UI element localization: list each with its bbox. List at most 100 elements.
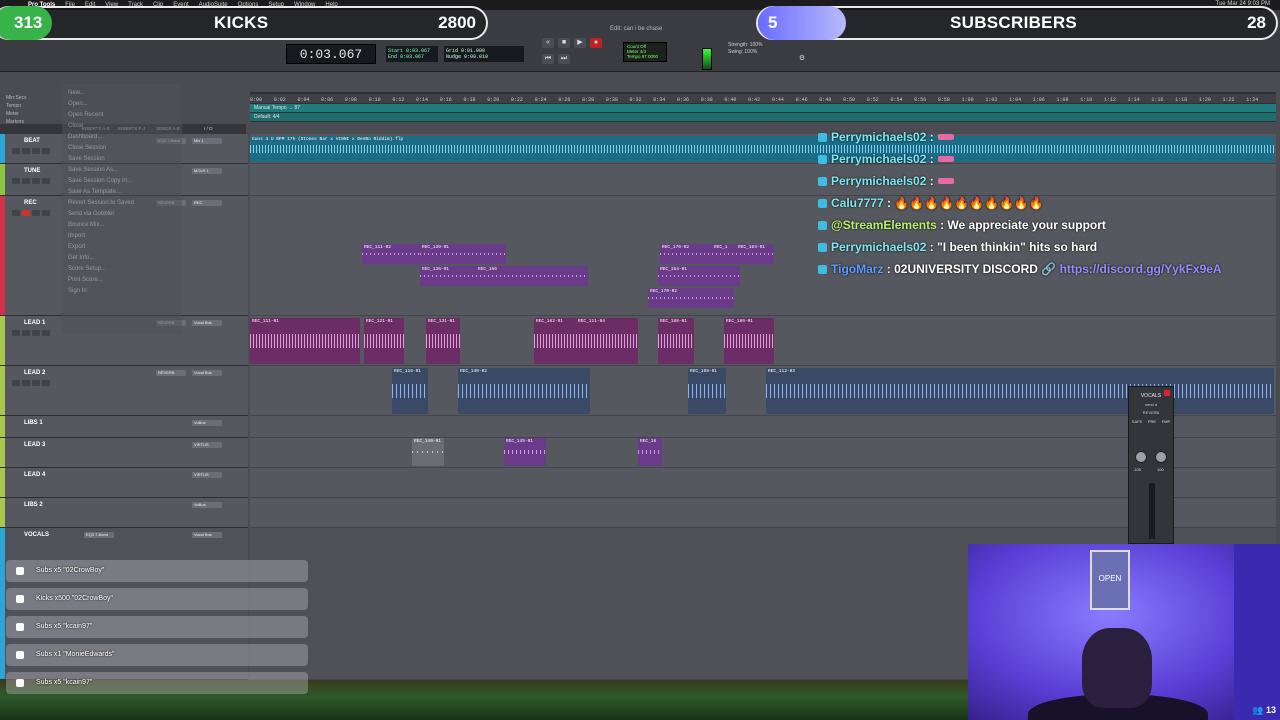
track-output[interactable]: Vocal Bus [192,532,222,538]
back-button[interactable]: ⏮ [542,54,554,64]
tempo-ruler[interactable]: Manual Tempo → 87 [250,104,1276,112]
clip[interactable]: REC_188-01 [658,318,694,364]
track-lane-libs-2[interactable] [250,498,1276,528]
file-menu-item[interactable]: Save Session [68,154,176,165]
clip[interactable]: REC_170-02 [648,288,734,308]
clip[interactable]: REC_180-01 [724,318,774,364]
track-buttons[interactable] [12,178,50,184]
track-lane-lead-4[interactable] [250,468,1276,498]
plugin-preset[interactable]: REVERB [1129,410,1173,415]
pan-knob-right[interactable] [1155,451,1167,463]
file-menu-item[interactable]: Get Info... [68,253,176,264]
track-lane-lead-1[interactable]: REC_111-01 REC_121-01 REC_131-01 REC_162… [250,316,1276,366]
track-header-lead-2[interactable]: LEAD 2 REVERB Vocal Bus [0,366,248,416]
clip[interactable]: REC_139-01 [420,244,506,264]
clip[interactable]: REC_198-01 [688,368,726,414]
strength-value[interactable]: Strength: 100% [728,42,762,49]
minsecs-ruler[interactable]: 0:00 0:02 0:04 0:06 0:08 0:10 0:12 0:14 0:16 0:18… [250,94,1276,103]
track-lane-libs-1[interactable] [250,416,1276,438]
end-value[interactable]: 0:03.067 [400,54,424,60]
track-name[interactable]: TUNE [24,168,40,174]
track-header-libs-1[interactable]: LIBS 1 VoBus [0,416,248,438]
track-output[interactable]: MOLR 1 [192,168,222,174]
stop-button[interactable]: ■ [558,38,570,48]
file-menu-item[interactable]: Print Score... [68,275,176,286]
track-output[interactable]: VoBus [192,420,222,426]
nudge-value[interactable]: 0:00.010 [464,54,488,60]
file-menu-dropdown[interactable]: New... Open... Open Recent Close Dashboard..… [62,84,182,334]
gear-icon[interactable]: ⚙ [796,54,808,64]
track-insert[interactable]: REVERB [156,370,186,376]
file-menu-item[interactable]: Revert Session to Saved [68,198,176,209]
record-button[interactable]: ● [590,38,602,48]
clip[interactable]: REC_121-01 [364,318,404,364]
pre-button[interactable]: PRE [1148,419,1156,424]
track-output[interactable]: Vocal Bus [192,320,222,326]
track-name[interactable]: LEAD 2 [24,370,45,376]
meter-ruler[interactable]: Default: 4/4 [250,113,1276,121]
volume-fader[interactable] [1149,483,1155,539]
track-output[interactable]: REC [192,200,222,206]
track-name[interactable]: LEAD 1 [24,320,45,326]
track-name[interactable]: VOCALS [24,532,49,538]
track-output[interactable]: Vocal Bus [192,370,222,376]
play-button[interactable]: ▶ [574,38,586,48]
clip[interactable]: REC_111-04 [576,318,638,364]
safe-button[interactable]: SAFE [1132,419,1142,424]
track-header-lead-3[interactable]: LEAD 3 VIRTUS [0,438,248,468]
plugin-window[interactable]: VOCALS send a REVERB SAFE PRE FMP -100 1… [1128,386,1174,544]
clip[interactable]: REC_140-02 [458,368,590,414]
file-menu-item[interactable]: Bounce Mix... [68,220,176,231]
file-menu-item[interactable]: Close Session [68,143,176,154]
clip[interactable]: REC_111-02 [362,244,422,264]
swing-value[interactable]: Swing: 100% [728,49,762,56]
clip[interactable]: REC_16 [638,438,662,466]
file-menu-item[interactable]: Close [68,121,176,132]
close-icon[interactable] [1164,390,1170,396]
file-menu-item[interactable]: Dashboard... [68,132,176,143]
file-menu-item[interactable]: Save As Template... [68,187,176,198]
plugin-insert-name[interactable]: send a [1129,402,1173,407]
pan-knob-left[interactable] [1135,451,1147,463]
file-menu-item[interactable]: Send via Gobbler [68,209,176,220]
fmp-button[interactable]: FMP [1162,419,1170,424]
clip[interactable]: REC_136-01 [420,266,480,286]
track-name[interactable]: REC [24,200,37,206]
file-menu-item[interactable]: Export [68,242,176,253]
track-name[interactable]: LEAD 3 [24,442,45,448]
chat-link[interactable]: https://discord.gg/YykFx9eA [1060,262,1222,276]
track-output[interactable]: VIRTUS [192,442,222,448]
track-insert[interactable]: EQ3 7-Band [84,532,114,538]
track-lane-lead-3[interactable]: REC_140-01 REC_145-01 REC_16 [250,438,1276,468]
track-name[interactable]: BEAT [24,138,40,144]
track-name[interactable]: LEAD 4 [24,472,45,478]
track-name[interactable]: LIBS 1 [24,420,43,426]
clip[interactable]: REC_1 [712,244,736,264]
track-buttons[interactable] [12,148,50,154]
rewind-button[interactable]: « [542,38,554,48]
clip[interactable]: REC_184-01 [658,266,740,286]
file-menu-item[interactable]: Score Setup... [68,264,176,275]
track-header-lead-4[interactable]: LEAD 4 VIRTUS [0,468,248,498]
file-menu-item[interactable]: New... [68,88,176,99]
file-menu-item[interactable]: Import [68,231,176,242]
track-buttons[interactable] [12,210,50,216]
track-name[interactable]: LIBS 2 [24,502,43,508]
clip[interactable]: REC_140-01 [412,438,444,466]
file-menu-item[interactable]: Save Session Copy In... [68,176,176,187]
clip[interactable]: REC_184-01 [736,244,774,264]
track-output[interactable]: Mix 1 [192,138,222,144]
timeline-rulers[interactable]: 0:00 0:02 0:04 0:06 0:08 0:10 0:12 0:14 0:16 0:18… [250,92,1276,122]
track-buttons[interactable] [12,330,50,336]
count-off-display[interactable]: Count Off Meter 4/4 Tempo 87.0000 [623,42,667,62]
clip[interactable]: REC_170-02 [660,244,714,264]
track-header-libs-2[interactable]: LIBS 2 VoBus [0,498,248,528]
track-buttons[interactable] [12,380,50,386]
clip[interactable]: REC_162-01 [534,318,576,364]
forward-button[interactable]: ⏭ [558,54,570,64]
track-output[interactable]: VoBus [192,502,222,508]
main-counter[interactable]: 0:03.067 [286,44,376,64]
file-menu-item[interactable]: Save Session As... [68,165,176,176]
clip[interactable]: REC_156 [476,266,588,286]
clip[interactable]: REC_131-01 [426,318,460,364]
